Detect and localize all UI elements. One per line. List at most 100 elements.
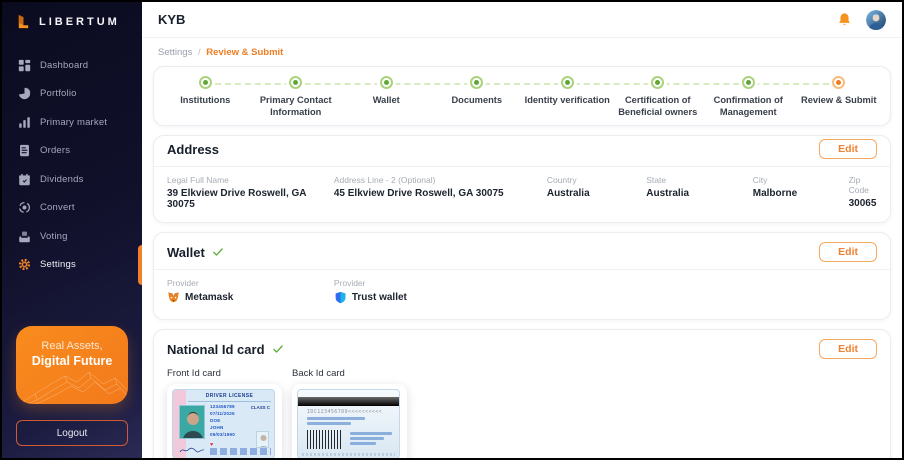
dashboard-icon — [18, 59, 31, 72]
wallet-section-title: Wallet — [167, 245, 224, 260]
sidebar-item-label: Orders — [40, 145, 70, 156]
check-icon — [212, 246, 224, 258]
sidebar-item-label: Settings — [40, 259, 76, 270]
libertum-logo-icon — [16, 14, 31, 29]
main-content: KYB Settings / Review & — [142, 2, 902, 458]
portfolio-icon — [18, 87, 31, 100]
data-bar — [307, 422, 351, 425]
back-id-card-image: IDC123456789<<<<<<<<<< — [292, 384, 407, 458]
national-id-card: National Id card Edit Front Id card Back… — [153, 329, 891, 458]
back-id-card-label: Back Id card — [292, 368, 407, 379]
sidebar-item-orders[interactable]: Orders — [2, 137, 142, 166]
step-primary-contact-information[interactable]: Primary Contact Information — [251, 76, 342, 118]
step-documents[interactable]: Documents — [432, 76, 523, 118]
magnetic-stripe — [298, 397, 399, 406]
address-section-title: Address — [167, 142, 219, 157]
license-fields: 123456789 07/11/2025 DOE JOHN 09/03/1990 — [210, 404, 235, 438]
field-address-line-2: Address Line - 2 (Optional) 45 Elkview D… — [334, 175, 547, 210]
page-title: KYB — [158, 12, 185, 27]
license-footer-lines — [210, 448, 271, 455]
sidebar-item-label: Portfolio — [40, 88, 77, 99]
ghost-photo — [256, 431, 269, 448]
breadcrumb-separator: / — [198, 47, 201, 58]
content-area: Institutions Primary Contact Information… — [142, 65, 902, 458]
wallet-provider-trust-wallet: Provider Trust wallet — [334, 278, 547, 304]
sidebar: LIBERTUM Dashboard Portfolio Primary mar… — [2, 2, 142, 458]
data-bars — [350, 430, 391, 445]
perforation-dots — [302, 453, 395, 456]
sidebar-item-label: Convert — [40, 202, 75, 213]
user-avatar[interactable] — [866, 10, 886, 30]
signature-graphic — [179, 446, 205, 454]
metamask-icon — [167, 291, 180, 304]
promo-line1: Real Assets, — [26, 340, 118, 352]
notifications-button[interactable] — [837, 12, 852, 27]
field-zip-code: Zip Code 30065 — [849, 175, 885, 210]
sidebar-item-convert[interactable]: Convert — [2, 194, 142, 223]
step-dot-done-icon — [289, 76, 302, 89]
mrz-text: IDC123456789<<<<<<<<<< — [307, 409, 399, 415]
sidebar-item-label: Primary market — [40, 117, 107, 128]
voting-icon — [18, 230, 31, 243]
sidebar-item-label: Dashboard — [40, 60, 88, 71]
step-dot-done-icon — [199, 76, 212, 89]
step-dot-done-icon — [742, 76, 755, 89]
national-id-edit-button[interactable]: Edit — [819, 339, 877, 359]
sidebar-item-label: Dividends — [40, 174, 84, 185]
license-class: CLASS C — [251, 405, 270, 410]
breadcrumb-settings[interactable]: Settings — [158, 47, 192, 58]
sidebar-item-voting[interactable]: Voting — [2, 222, 142, 251]
promo-line2: Digital Future — [26, 354, 118, 368]
step-dot-current-icon — [832, 76, 845, 89]
step-dot-done-icon — [651, 76, 664, 89]
stepper-card: Institutions Primary Contact Information… — [153, 66, 891, 126]
field-country: Country Australia — [547, 175, 646, 210]
national-id-section-title: National Id card — [167, 342, 284, 357]
sidebar-item-portfolio[interactable]: Portfolio — [2, 80, 142, 109]
field-state: State Australia — [646, 175, 753, 210]
step-dot-done-icon — [380, 76, 393, 89]
front-id-card-image: DRIVER LICENSE 123456789 07/11/2025 DOE … — [167, 384, 282, 458]
app-window: LIBERTUM Dashboard Portfolio Primary mar… — [0, 0, 904, 460]
sidebar-item-dashboard[interactable]: Dashboard — [2, 51, 142, 80]
orders-icon — [18, 144, 31, 157]
dividends-icon — [18, 173, 31, 186]
step-wallet[interactable]: Wallet — [341, 76, 432, 118]
barcode — [307, 430, 341, 449]
bell-icon — [837, 12, 852, 27]
avatar-image — [866, 10, 886, 30]
driver-license-title: DRIVER LICENSE — [188, 393, 271, 402]
field-city: City Malborne — [753, 175, 849, 210]
step-dot-done-icon — [561, 76, 574, 89]
brand-logo[interactable]: LIBERTUM — [2, 2, 142, 39]
step-dot-done-icon — [470, 76, 483, 89]
promo-banner: Real Assets, Digital Future — [16, 326, 128, 404]
topbar: KYB — [142, 2, 902, 38]
wallet-card: Wallet Edit Provider Metamask — [153, 232, 891, 320]
field-legal-full-name: Legal Full Name 39 Elkview Drive Roswell… — [167, 175, 334, 210]
wallet-edit-button[interactable]: Edit — [819, 242, 877, 262]
step-review-and-submit[interactable]: Review & Submit — [794, 76, 885, 118]
step-institutions[interactable]: Institutions — [160, 76, 251, 118]
sidebar-item-label: Voting — [40, 231, 68, 242]
front-id-card-label: Front Id card — [167, 368, 282, 379]
primary-market-icon — [18, 116, 31, 129]
wallet-provider-metamask: Provider Metamask — [167, 278, 334, 304]
brand-name: LIBERTUM — [39, 16, 120, 28]
data-bar — [307, 417, 365, 420]
breadcrumb-current: Review & Submit — [206, 47, 283, 58]
step-confirmation-of-management[interactable]: Confirmation of Management — [703, 76, 794, 118]
step-certification-of-beneficial-owners[interactable]: Certification of Beneficial owners — [613, 76, 704, 118]
address-edit-button[interactable]: Edit — [819, 139, 877, 159]
sidebar-nav: Dashboard Portfolio Primary market Order… — [2, 51, 142, 279]
address-card: Address Edit Legal Full Name 39 Elkview … — [153, 135, 891, 223]
step-identity-verification[interactable]: Identity verification — [522, 76, 613, 118]
sidebar-item-settings[interactable]: Settings — [2, 251, 142, 280]
sidebar-item-dividends[interactable]: Dividends — [2, 165, 142, 194]
kyb-stepper: Institutions Primary Contact Information… — [160, 76, 884, 118]
check-icon — [272, 343, 284, 355]
trust-wallet-icon — [334, 291, 347, 304]
logout-button[interactable]: Logout — [16, 420, 128, 446]
sidebar-item-primary-market[interactable]: Primary market — [2, 108, 142, 137]
convert-icon — [18, 201, 31, 214]
